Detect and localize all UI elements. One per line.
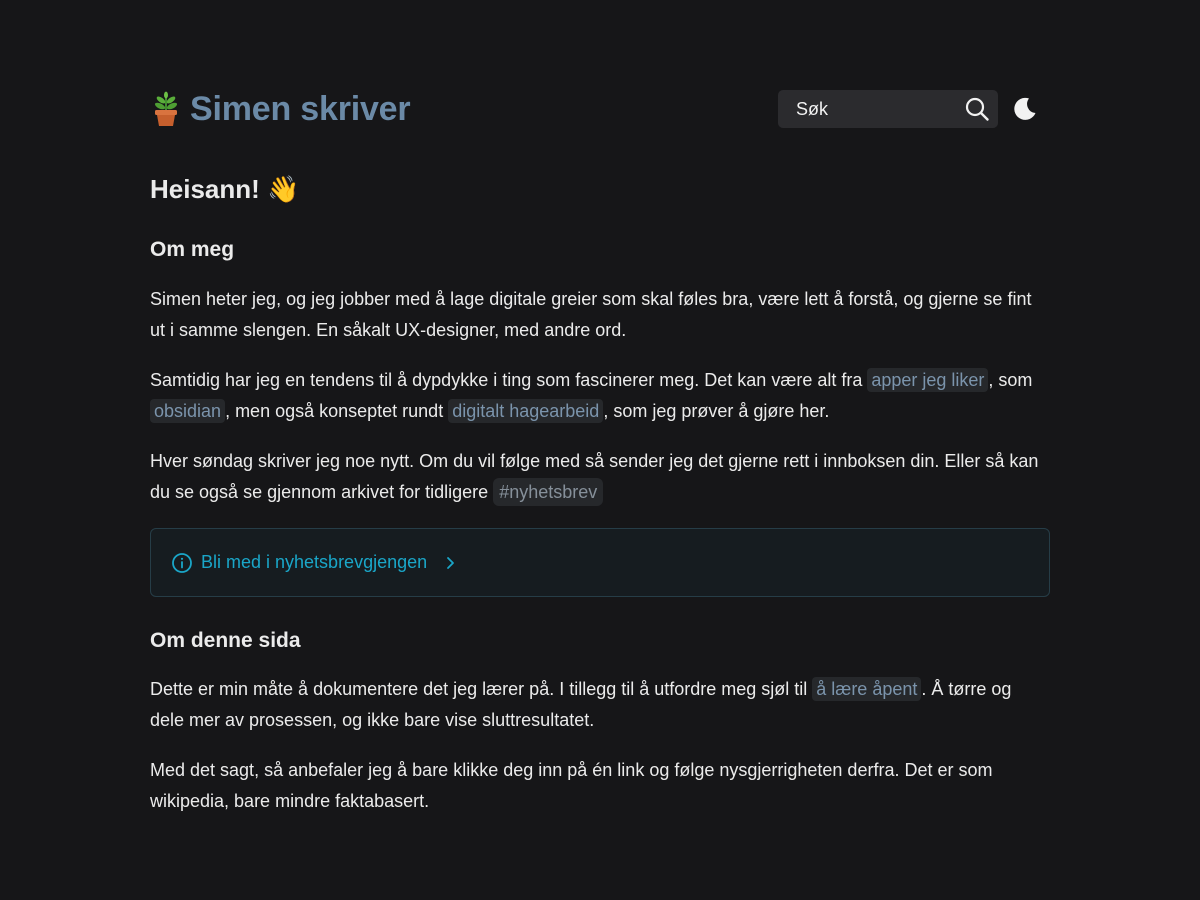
newsletter-callout-label: Bli med i nyhetsbrevgjengen bbox=[201, 552, 428, 572]
about-heading: Om meg bbox=[150, 238, 235, 261]
about-p2-text-2: , som bbox=[988, 370, 1033, 390]
about-paragraph-3: Hver søndag skriver jeg noe nytt. Om du … bbox=[150, 446, 1050, 508]
site-p1-text-1: Dette er min måte å dokumentere det jeg … bbox=[150, 679, 813, 699]
search-icon bbox=[964, 96, 990, 122]
chevron-right-icon bbox=[443, 556, 457, 570]
greeting-text: Heisann! bbox=[150, 174, 260, 204]
greeting-heading: Heisann! 👋 bbox=[150, 172, 1050, 206]
page: Simen skriver Søk Heisann! 👋 Om meg Sime… bbox=[150, 0, 1050, 817]
tag-nyhetsbrev[interactable]: #nyhetsbrev bbox=[493, 478, 604, 506]
link-apper-jeg-liker[interactable]: apper jeg liker bbox=[867, 368, 989, 392]
about-p2-text-3: , men også konseptet rundt bbox=[225, 401, 449, 421]
site-heading: Om denne sida bbox=[150, 629, 301, 652]
about-paragraph-2: Samtidig har jeg en tendens til å dypdyk… bbox=[150, 365, 1050, 427]
about-p2-text-4: , som jeg prøver å gjøre her. bbox=[603, 401, 830, 421]
potted-plant-icon bbox=[150, 91, 182, 127]
home-link[interactable]: Simen skriver bbox=[150, 89, 411, 129]
about-p2-text-1: Samtidig har jeg en tendens til å dypdyk… bbox=[150, 370, 868, 390]
about-paragraph-1: Simen heter jeg, og jeg jobber med å lag… bbox=[150, 289, 1032, 340]
header-actions: Søk bbox=[778, 90, 1050, 128]
theme-toggle-button[interactable] bbox=[1010, 94, 1040, 124]
site-paragraph-1: Dette er min måte å dokumentere det jeg … bbox=[150, 674, 1050, 736]
waving-hand-icon: 👋 bbox=[267, 174, 300, 204]
search-button[interactable]: Søk bbox=[778, 90, 998, 128]
search-label: Søk bbox=[796, 98, 829, 119]
newsletter-callout[interactable]: Bli med i nyhetsbrevgjengen bbox=[150, 528, 1050, 597]
site-paragraph-2: Med det sagt, så anbefaler jeg å bare kl… bbox=[150, 760, 993, 811]
link-obsidian[interactable]: obsidian bbox=[150, 399, 226, 423]
link-a-laere-apent[interactable]: å lære åpent bbox=[812, 677, 922, 701]
moon-icon bbox=[1012, 96, 1038, 122]
site-title: Simen skriver bbox=[190, 89, 411, 128]
site-header: Simen skriver Søk bbox=[150, 88, 1050, 130]
link-digitalt-hagearbeid[interactable]: digitalt hagearbeid bbox=[448, 399, 604, 423]
info-icon bbox=[171, 552, 193, 574]
